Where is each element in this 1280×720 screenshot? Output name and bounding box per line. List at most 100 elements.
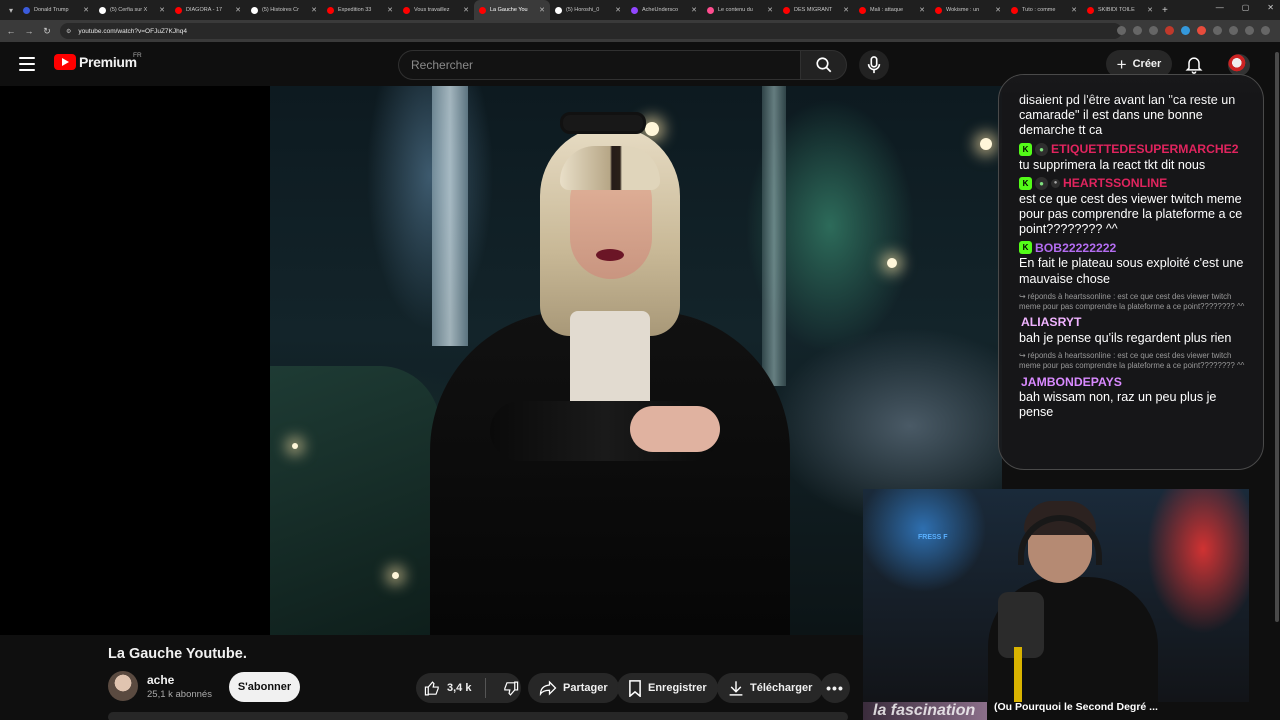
more-icon: ••• [826, 680, 844, 696]
browser-tab[interactable]: Tuto : comme ✕ [1006, 0, 1082, 20]
close-tab-icon[interactable]: ✕ [995, 6, 1001, 14]
back-icon[interactable]: ← [4, 26, 18, 36]
tab-favicon-icon [99, 6, 106, 14]
browser-tab[interactable]: SKIBIDI TOILE ✕ [1082, 0, 1158, 20]
close-tab-icon[interactable]: ✕ [1147, 6, 1153, 14]
channel-avatar[interactable] [108, 671, 138, 701]
close-tab-icon[interactable]: ✕ [83, 6, 89, 14]
dislike-button[interactable] [492, 673, 519, 703]
save-button[interactable]: Enregistrer [617, 673, 718, 703]
description-box[interactable] [108, 712, 848, 720]
tab-title: (5) Histoires Cr [262, 7, 299, 13]
like-divider [485, 678, 487, 698]
browser-tab[interactable]: Wokisme : un ✕ [930, 0, 1006, 20]
like-button[interactable]: 3,4 k [416, 673, 471, 703]
forward-icon[interactable]: → [22, 26, 36, 36]
browser-tab[interactable]: Le contenu du ✕ [702, 0, 778, 20]
browser-tab[interactable]: (5) Horoshi_0 ✕ [550, 0, 626, 20]
tab-favicon-icon [1011, 6, 1018, 14]
close-tab-icon[interactable]: ✕ [919, 6, 925, 14]
close-window-icon[interactable]: ✕ [1267, 3, 1274, 12]
share-button[interactable]: Partager [528, 673, 619, 703]
chat-reply-context: ↪ réponds à heartssonline : est ce que c… [1019, 291, 1245, 311]
youtube-play-icon [54, 54, 76, 70]
like-count: 3,4 k [447, 682, 472, 694]
close-tab-icon[interactable]: ✕ [463, 6, 469, 14]
tab-title: DES MIGRANT [794, 7, 833, 13]
close-tab-icon[interactable]: ✕ [615, 6, 621, 14]
close-tab-icon[interactable]: ✕ [843, 6, 849, 14]
close-tab-icon[interactable]: ✕ [387, 6, 393, 14]
tab-favicon-icon [1087, 6, 1094, 14]
close-tab-icon[interactable]: ✕ [539, 6, 545, 14]
close-tab-icon[interactable]: ✕ [235, 6, 241, 14]
address-bar[interactable]: ⚙ youtube.com/watch?v=OFJuZ7KJhq4 [60, 23, 1122, 39]
save-label: Enregistrer [648, 682, 707, 694]
close-tab-icon[interactable]: ✕ [691, 6, 697, 14]
chat-username-row: K ● ● HEARTSSONLINE [1019, 175, 1251, 192]
extension-icon[interactable] [1213, 26, 1222, 35]
account-avatar[interactable] [1228, 54, 1250, 76]
browser-tab[interactable]: Vous travaillez ✕ [398, 0, 474, 20]
chat-username[interactable]: ALIASRYT [1021, 315, 1082, 329]
browser-tab[interactable]: Expedition 33 ✕ [322, 0, 398, 20]
site-info-icon[interactable]: ⚙ [66, 28, 71, 35]
channel-name[interactable]: ache [147, 673, 174, 687]
close-tab-icon[interactable]: ✕ [159, 6, 165, 14]
chat-username[interactable]: BOB22222222 [1035, 241, 1116, 255]
browser-tab[interactable]: (5) Histoires Cr ✕ [246, 0, 322, 20]
alien-badge-icon: ● [1035, 176, 1048, 190]
overlay-title-left-text: la fascination [873, 702, 976, 719]
close-tab-icon[interactable]: ✕ [311, 6, 317, 14]
chat-username[interactable]: ETIQUETTEDESUPERMARCHE2 [1051, 142, 1239, 156]
search-button[interactable] [800, 50, 847, 80]
page-scrollbar[interactable] [1274, 42, 1280, 720]
bookmark-star-icon[interactable] [1149, 26, 1158, 35]
menu-icon[interactable] [19, 57, 35, 71]
maximize-icon[interactable]: ▢ [1242, 3, 1250, 12]
download-button[interactable]: Télécharger [717, 673, 824, 703]
tab-search-icon[interactable]: ▾ [4, 3, 18, 17]
browser-tab[interactable]: Donald Trump ✕ [18, 0, 94, 20]
browser-tab[interactable]: La Gauche You ✕ [474, 0, 550, 20]
extension-icon[interactable] [1197, 26, 1206, 35]
kick-badge-icon: K [1019, 176, 1032, 190]
minimize-icon[interactable]: — [1216, 3, 1224, 12]
video-player[interactable] [0, 86, 1002, 635]
browser-menu-icon[interactable] [1261, 26, 1270, 35]
chat-username-row: ALIASRYT [1019, 314, 1251, 331]
youtube-premium-logo[interactable]: Premium FR [54, 52, 142, 70]
tab-title: DIAGORA - 17 [186, 7, 223, 13]
install-app-icon[interactable] [1117, 26, 1126, 35]
reload-icon[interactable]: ↻ [40, 26, 54, 37]
video-light [980, 138, 992, 150]
subscriber-count: 25,1 k abonnés [147, 689, 212, 700]
chat-username[interactable]: HEARTSSONLINE [1063, 176, 1167, 190]
chat-username-row: K BOB22222222 [1019, 239, 1251, 256]
extension-icon[interactable] [1165, 26, 1174, 35]
close-tab-icon[interactable]: ✕ [767, 6, 773, 14]
window-controls: — ▢ ✕ [1216, 3, 1274, 12]
extensions-puzzle-icon[interactable] [1229, 26, 1238, 35]
search-input[interactable] [399, 51, 800, 79]
notifications-button[interactable] [1184, 54, 1204, 74]
subscribe-button[interactable]: S'abonner [229, 672, 300, 702]
browser-tab[interactable]: (5) Cerfia sur X ✕ [94, 0, 170, 20]
zoom-icon[interactable] [1133, 26, 1142, 35]
browser-tab[interactable]: DES MIGRANT ✕ [778, 0, 854, 20]
profile-icon[interactable] [1245, 26, 1254, 35]
tab-title: SKIBIDI TOILE [1098, 7, 1135, 13]
share-icon [539, 680, 557, 696]
close-tab-icon[interactable]: ✕ [1071, 6, 1077, 14]
tab-title: La Gauche You [490, 7, 528, 13]
browser-tab[interactable]: DIAGORA - 17 ✕ [170, 0, 246, 20]
voice-search-button[interactable] [859, 50, 889, 80]
chat-username[interactable]: JAMBONDEPAYS [1021, 375, 1122, 389]
tab-title: (5) Horoshi_0 [566, 7, 600, 13]
browser-tab[interactable]: Mali : attaque ✕ [854, 0, 930, 20]
extension-icon[interactable] [1181, 26, 1190, 35]
more-actions-button[interactable]: ••• [820, 673, 850, 703]
new-tab-button[interactable]: + [1162, 5, 1168, 16]
browser-tab[interactable]: AcheUndersco ✕ [626, 0, 702, 20]
plus-icon: + [1116, 54, 1127, 74]
